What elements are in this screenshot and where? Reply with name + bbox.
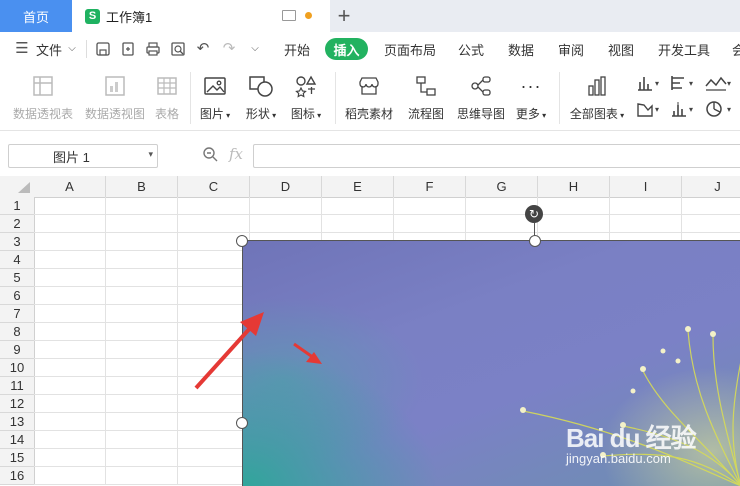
red-arrow-icon — [194, 312, 264, 390]
red-arrow-small-icon — [293, 342, 322, 364]
annotation-arrows — [194, 312, 322, 390]
baidu-watermark-logo: Bai du 经验 — [566, 423, 697, 453]
watermark-url: jingyan.baidu.com — [566, 451, 671, 466]
